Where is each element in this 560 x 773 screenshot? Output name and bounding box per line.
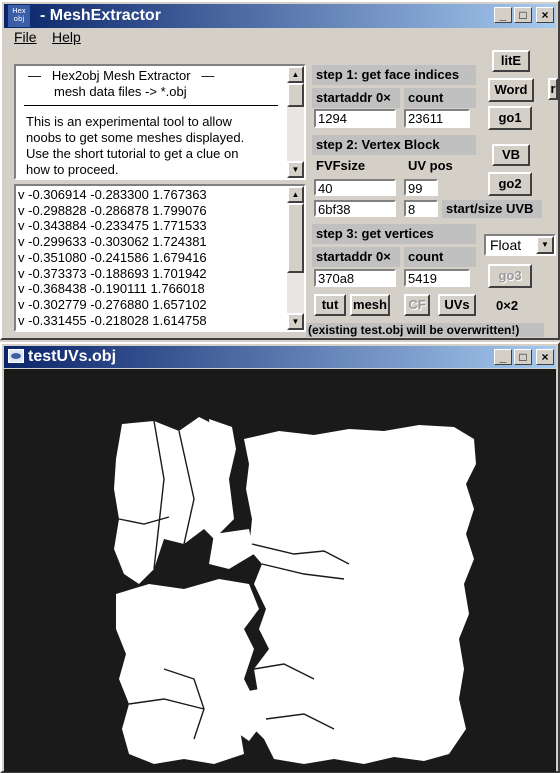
vertex-list[interactable]: v -0.306914 -0.283300 1.767363 v -0.2988… bbox=[14, 184, 306, 332]
list-item: v -0.368438 -0.190111 1.766018 bbox=[18, 281, 205, 297]
uv-minimize-button[interactable]: _ bbox=[494, 349, 512, 365]
step3-label: step 3: get vertices bbox=[312, 224, 476, 244]
lite-button[interactable]: litE bbox=[492, 50, 530, 72]
app-icon-text-2: obj bbox=[13, 15, 25, 23]
uvs-button[interactable]: UVs bbox=[438, 294, 476, 316]
step3-startaddr-input[interactable]: 370a8 bbox=[314, 269, 396, 287]
scroll-thumb[interactable] bbox=[287, 83, 304, 107]
0x2-label: 0×2 bbox=[496, 298, 519, 313]
uv-islands bbox=[114, 417, 476, 764]
list-item: v -0.298828 -0.286878 1.799076 bbox=[18, 202, 207, 218]
list-item: v -0.306914 -0.283300 1.767363 bbox=[18, 187, 207, 202]
list-item: v -0.351080 -0.241586 1.679416 bbox=[18, 249, 207, 265]
uv-canvas bbox=[4, 369, 556, 772]
uvpos-input[interactable]: 99 bbox=[404, 179, 438, 196]
uv-island bbox=[116, 579, 259, 764]
scroll-up-arrow[interactable]: ▲ bbox=[287, 186, 304, 203]
window-title: - MeshExtractor bbox=[40, 7, 161, 24]
format-select[interactable]: Float ▼ bbox=[484, 234, 556, 256]
format-select-value: Float bbox=[490, 237, 522, 253]
mesh-button[interactable]: mesh bbox=[350, 294, 390, 316]
step1-count-input[interactable]: 23611 bbox=[404, 109, 470, 128]
window-title-text: MeshExtractor bbox=[49, 7, 161, 24]
uv-island bbox=[244, 425, 476, 764]
step1-label: step 1: get face indices bbox=[312, 65, 476, 85]
go1-button[interactable]: go1 bbox=[488, 106, 532, 130]
go3-button[interactable]: go3 bbox=[488, 264, 532, 288]
uv-title-bar[interactable]: testUVs.obj _ □ × bbox=[4, 346, 556, 368]
list-item: v -0.302779 -0.276880 1.657102 bbox=[18, 296, 207, 312]
mesh-extractor-window: Hex obj - MeshExtractor _ □ × File Help … bbox=[0, 0, 560, 340]
obj-viewer-icon bbox=[8, 349, 24, 363]
close-button[interactable]: × bbox=[536, 7, 554, 23]
scroll-thumb[interactable] bbox=[287, 203, 304, 273]
tut-button[interactable]: tut bbox=[314, 294, 346, 316]
step3-count-label: count bbox=[404, 247, 476, 267]
list-item: v -0.373373 -0.188693 1.701942 bbox=[18, 265, 207, 281]
intro-divider bbox=[24, 105, 278, 106]
uv-maximize-button[interactable]: □ bbox=[514, 349, 532, 365]
uvb-label: start/size UVB bbox=[442, 200, 542, 218]
intro-line: This is an experimental tool to allow bbox=[26, 114, 232, 129]
menu-bar: File Help bbox=[4, 28, 556, 48]
step2-label: step 2: Vertex Block bbox=[312, 135, 476, 155]
app-icon-text-1: Hex bbox=[12, 7, 26, 15]
uv-island bbox=[209, 529, 254, 569]
uvb-size-input[interactable]: 8 bbox=[404, 200, 438, 217]
intro-line: noobs to get some meshes displayed. bbox=[26, 130, 245, 145]
step1-startaddr-label: startaddr 0× bbox=[312, 88, 400, 108]
scroll-down-arrow[interactable]: ▼ bbox=[287, 161, 304, 178]
hex2obj-app-icon: Hex obj bbox=[8, 5, 30, 27]
r-button[interactable]: r bbox=[548, 78, 558, 100]
list-item: v -0.331455 -0.218028 1.614758 bbox=[18, 312, 207, 328]
step3-startaddr-label: startaddr 0× bbox=[312, 247, 400, 267]
go2-button[interactable]: go2 bbox=[488, 172, 532, 196]
maximize-button[interactable]: □ bbox=[514, 7, 532, 23]
vb-button[interactable]: VB bbox=[492, 144, 530, 166]
intro-panel: — Hex2obj Mesh Extractor — mesh data fil… bbox=[14, 64, 306, 180]
intro-line: how to proceed. bbox=[26, 162, 119, 177]
uvb-start-input[interactable]: 6bf38 bbox=[314, 200, 396, 217]
fvfsize-input[interactable]: 40 bbox=[314, 179, 396, 196]
uvpos-label: UV pos bbox=[408, 158, 453, 173]
minimize-button[interactable]: _ bbox=[494, 7, 512, 23]
vertex-lines: v -0.306914 -0.283300 1.767363 v -0.2988… bbox=[18, 187, 207, 328]
chevron-down-icon[interactable]: ▼ bbox=[536, 236, 554, 254]
scroll-down-arrow[interactable]: ▼ bbox=[287, 313, 304, 330]
list-item: v -0.299633 -0.303062 1.724381 bbox=[18, 234, 207, 250]
overwrite-warning: (existing test.obj will be overwritten!) bbox=[306, 323, 544, 337]
intro-text: This is an experimental tool to allow no… bbox=[26, 114, 244, 178]
step1-startaddr-input[interactable]: 1294 bbox=[314, 109, 396, 128]
word-button[interactable]: Word bbox=[488, 78, 534, 102]
uv-viewer-window: testUVs.obj _ □ × bbox=[0, 342, 560, 773]
menu-help[interactable]: Help bbox=[52, 29, 81, 45]
title-bar[interactable]: Hex obj - MeshExtractor _ □ × bbox=[4, 4, 556, 28]
step3-count-input[interactable]: 5419 bbox=[404, 269, 470, 287]
intro-subtitle: mesh data files -> *.obj bbox=[54, 84, 187, 99]
scroll-up-arrow[interactable]: ▲ bbox=[287, 66, 304, 83]
uv-close-button[interactable]: × bbox=[536, 349, 554, 365]
list-item: v -0.343884 -0.233475 1.771533 bbox=[18, 218, 207, 234]
step1-count-label: count bbox=[404, 88, 476, 108]
menu-file[interactable]: File bbox=[14, 29, 37, 45]
cf-button[interactable]: CF bbox=[404, 294, 430, 316]
fvfsize-label: FVFsize bbox=[316, 158, 366, 173]
uv-window-title: testUVs.obj bbox=[28, 348, 117, 365]
intro-scrollbar[interactable]: ▲ ▼ bbox=[287, 66, 304, 178]
intro-title: — Hex2obj Mesh Extractor — bbox=[28, 68, 215, 83]
vertex-scrollbar[interactable]: ▲ ▼ bbox=[287, 186, 304, 330]
intro-line: Use the short tutorial to get a clue on bbox=[26, 146, 239, 161]
